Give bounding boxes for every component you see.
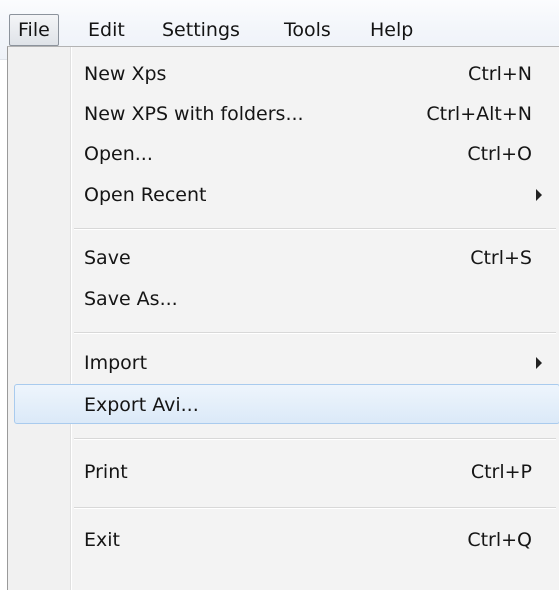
menu-tools[interactable]: Tools xyxy=(276,14,339,46)
menu-separator xyxy=(74,228,556,230)
menu-separator xyxy=(74,507,556,509)
menu-item-label: Exit xyxy=(84,529,120,551)
menu-file[interactable]: File xyxy=(9,14,59,46)
menu-item-save-as[interactable]: Save As... xyxy=(11,279,558,319)
menu-item-save[interactable]: Save Ctrl+S xyxy=(11,238,558,278)
menu-item-label: Print xyxy=(84,461,128,483)
menu-item-new-xps[interactable]: New Xps Ctrl+N xyxy=(11,54,558,94)
chevron-right-icon xyxy=(536,357,542,369)
menu-item-shortcut: Ctrl+S xyxy=(470,247,532,269)
menu-item-label: New Xps xyxy=(84,63,167,85)
file-dropdown-menu: New Xps Ctrl+N New XPS with folders... C… xyxy=(7,46,559,590)
menu-item-label: Open Recent xyxy=(84,184,207,206)
menu-item-shortcut: Ctrl+N xyxy=(468,63,532,85)
menu-item-import[interactable]: Import xyxy=(11,343,558,383)
chevron-right-icon xyxy=(536,189,542,201)
menu-item-new-xps-with-folders[interactable]: New XPS with folders... Ctrl+Alt+N xyxy=(11,94,558,134)
menu-item-label: Save xyxy=(84,247,131,269)
menu-item-open[interactable]: Open... Ctrl+O xyxy=(11,134,558,174)
menu-item-shortcut: Ctrl+Alt+N xyxy=(426,103,532,125)
menu-item-label: Open... xyxy=(84,143,153,165)
menu-separator xyxy=(74,332,556,334)
menu-item-exit[interactable]: Exit Ctrl+Q xyxy=(11,520,558,560)
menu-item-label: Save As... xyxy=(84,288,178,310)
menu-separator xyxy=(74,438,556,440)
menu-item-label: Export Avi... xyxy=(84,394,199,416)
menu-item-print[interactable]: Print Ctrl+P xyxy=(11,452,558,492)
application-window: File Edit Settings Tools Help New Xps Ct… xyxy=(0,0,559,590)
menu-settings[interactable]: Settings xyxy=(154,14,248,46)
menu-item-label: Import xyxy=(84,352,148,374)
menu-item-shortcut: Ctrl+O xyxy=(467,143,532,165)
menu-item-shortcut: Ctrl+Q xyxy=(467,529,532,551)
menu-edit[interactable]: Edit xyxy=(80,14,133,46)
menu-item-label: New XPS with folders... xyxy=(84,103,304,125)
menu-help[interactable]: Help xyxy=(362,14,421,46)
menu-item-shortcut: Ctrl+P xyxy=(470,461,532,483)
menu-item-export-avi[interactable]: Export Avi... xyxy=(14,384,559,424)
menu-item-open-recent[interactable]: Open Recent xyxy=(11,175,558,215)
